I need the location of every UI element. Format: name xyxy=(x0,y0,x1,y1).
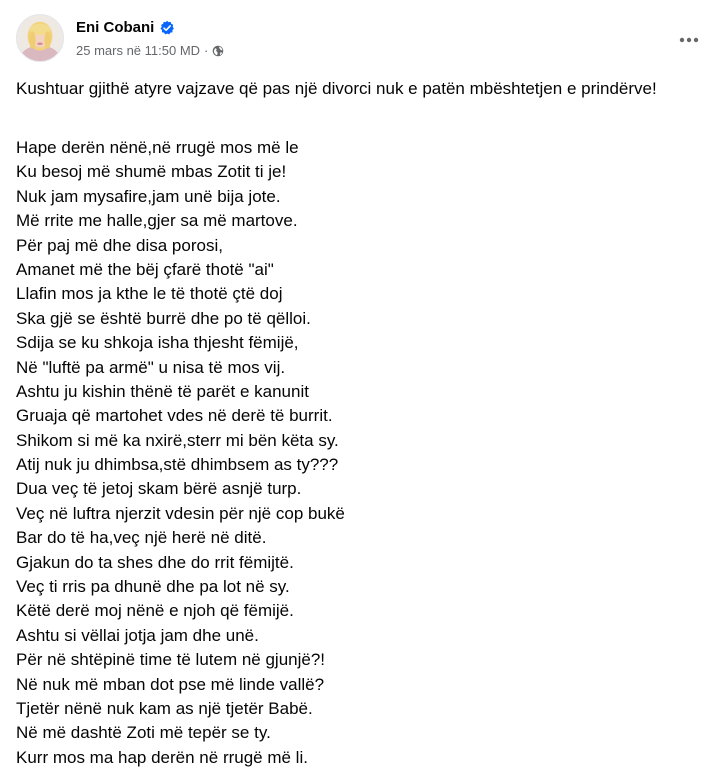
author-name[interactable]: Eni Cobani xyxy=(76,18,154,38)
meta-separator: · xyxy=(204,43,209,58)
poem-line: Shikom si më ka nxirë,sterr mi bën këta … xyxy=(16,430,339,450)
poem-line: Bar do të ha,veç një herë në ditë. xyxy=(16,528,267,548)
poem-line: Nuk jam mysafire,jam unë bija jote. xyxy=(16,186,281,206)
poem-line: Kurr mos ma hap derën në rrugë më li. xyxy=(16,747,308,767)
poem-line: Këtë derë moj nënë e njoh që fëmijë. xyxy=(16,601,294,621)
poem-line: Gjakun do ta shes dhe do rrit fëmijtë. xyxy=(16,552,294,572)
poem-line: Dua veç të jetoj skam bërë asnjë turp. xyxy=(16,479,302,499)
more-options-button[interactable] xyxy=(671,22,707,58)
poem-line: Hape derën nënë,në rrugë mos më le xyxy=(16,138,299,157)
author-avatar[interactable] xyxy=(16,14,64,62)
post-meta: 25 mars në 11:50 MD · xyxy=(76,43,224,59)
poem-line: Gruaja që martohet vdes në derë të burri… xyxy=(16,406,333,426)
poem-line: Amanet më the bëj çfarë thotë "ai" xyxy=(16,259,274,279)
verified-badge-icon xyxy=(159,20,175,36)
poem-line: Më rrite me halle,gjer sa më martove. xyxy=(16,211,298,231)
poem-line: Veç në luftra njerzit vdesin për një cop… xyxy=(16,503,345,523)
poem-line: Ku besoj më shumë mbas Zotit ti je! xyxy=(16,162,287,182)
poem-line: Në "luftë pa armë" u nisa të mos vij. xyxy=(16,357,286,377)
profile-photo xyxy=(17,15,63,61)
poem-line: Atij nuk ju dhimbsa,stë dhimbsem as ty??… xyxy=(16,455,339,475)
author-line: Eni Cobani xyxy=(76,18,175,38)
poem-line: Për paj më dhe disa porosi, xyxy=(16,235,223,255)
poem-line: Në më dashtë Zoti më tepër se ty. xyxy=(16,723,271,743)
facebook-post: Eni Cobani 25 mars në 11:50 MD · Kushtua… xyxy=(0,0,723,781)
poem-line: Ska gjë se është burrë dhe po të qëlloi. xyxy=(16,308,311,328)
poem-line: Llafin mos ja kthe le të thotë çtë doj xyxy=(16,284,283,304)
poem-line: Për në shtëpinë time të lutem në gjunjë?… xyxy=(16,650,326,670)
poem-line: Tjetër nënë nuk kam as një tjetër Babë. xyxy=(16,698,313,718)
poem-line: Veç ti rris pa dhunë dhe pa lot në sy. xyxy=(16,577,290,597)
globe-icon[interactable] xyxy=(212,45,224,57)
poem-line: Ashtu si vëllai jotja jam dhe unë. xyxy=(16,625,259,645)
post-timestamp[interactable]: 25 mars në 11:50 MD xyxy=(76,43,200,59)
poem-text: Hape derën nënë,në rrugë mos më le Ku be… xyxy=(16,136,696,770)
post-header: Eni Cobani 25 mars në 11:50 MD · xyxy=(16,14,707,62)
poem-line: Ashtu ju kishin thënë të parët e kanunit xyxy=(16,381,309,401)
post-intro-text: Kushtuar gjithë atyre vajzave që pas një… xyxy=(16,79,657,98)
more-options-icon xyxy=(679,37,699,43)
poem-line: Sdija se ku shkoja isha thjesht fëmijë, xyxy=(16,333,299,353)
poem-line: Në nuk më mban dot pse më linde vallë? xyxy=(16,674,325,694)
